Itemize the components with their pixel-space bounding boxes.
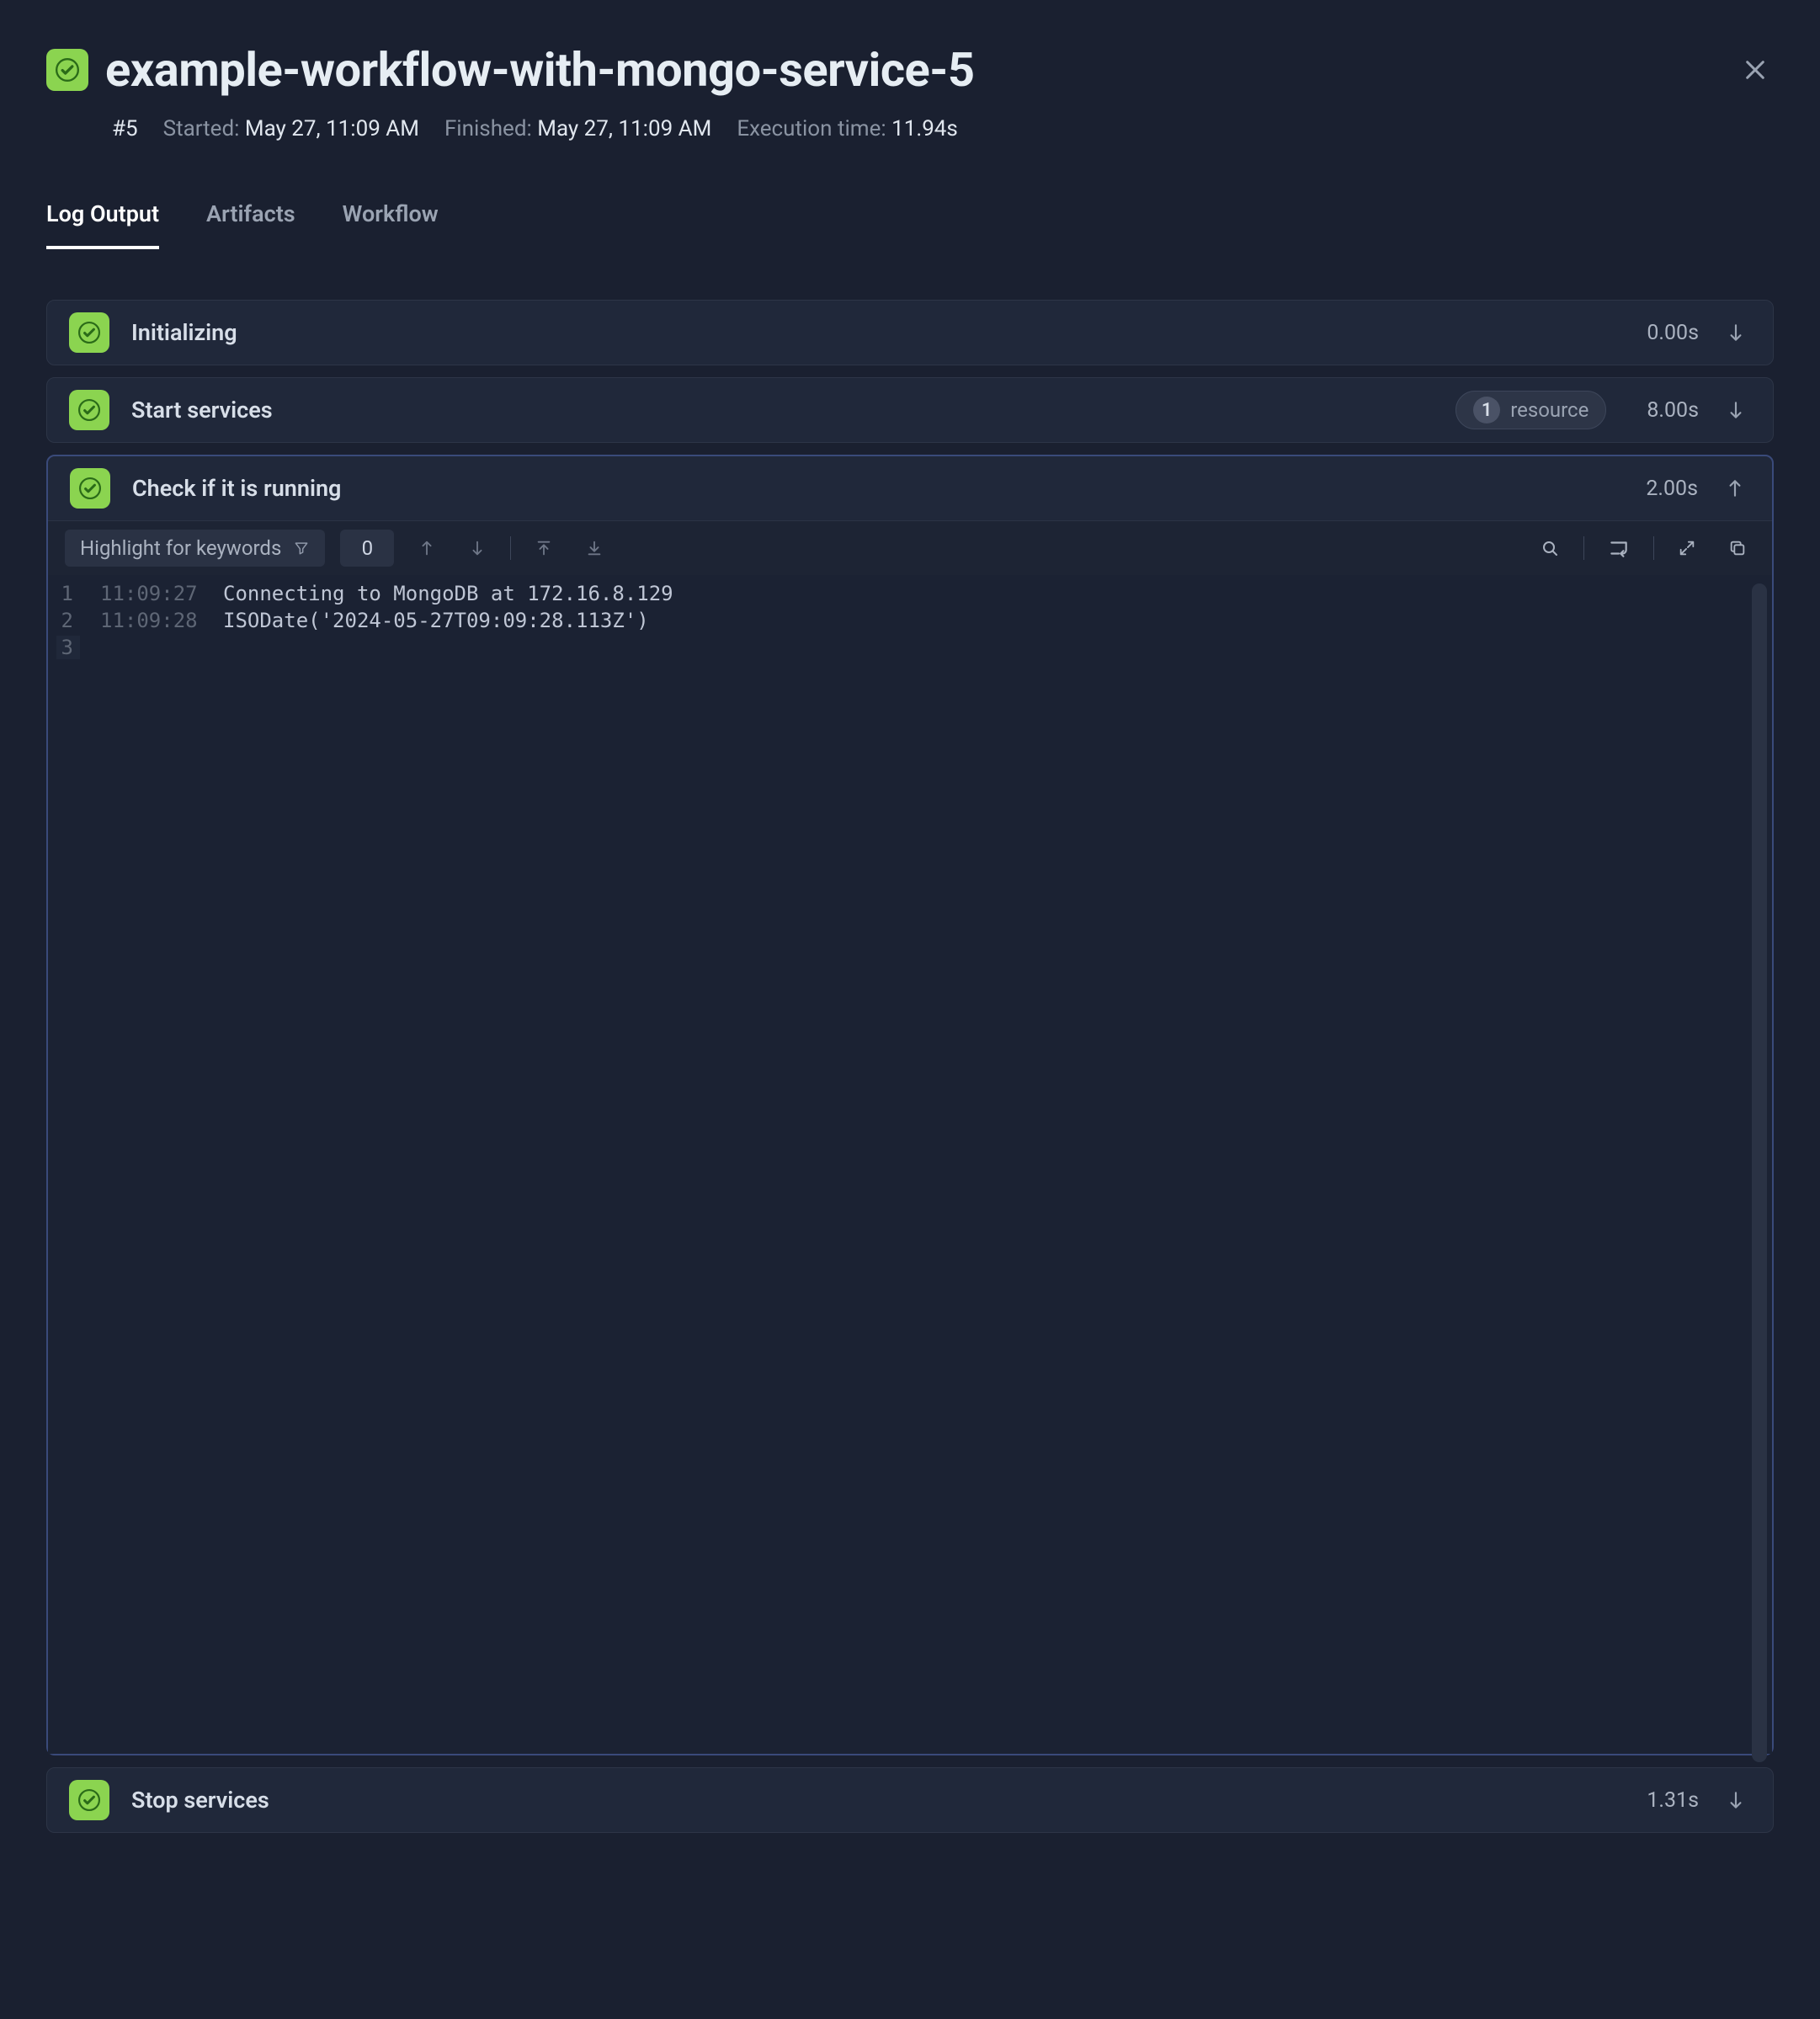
started-label: Started:: [163, 116, 240, 141]
resource-count: 1: [1473, 397, 1500, 424]
step-stop-services[interactable]: Stop services 1.31s: [46, 1767, 1774, 1833]
highlight-keywords-button[interactable]: Highlight for keywords: [65, 530, 325, 567]
line-number: 3: [56, 636, 80, 659]
next-match-button[interactable]: [460, 530, 495, 567]
tab-workflow[interactable]: Workflow: [343, 200, 439, 249]
log-scrollbar[interactable]: [1752, 583, 1767, 1762]
line-number: 2: [56, 609, 80, 632]
run-meta: #5 Started: May 27, 11:09 AM Finished: M…: [46, 116, 1774, 141]
line-timestamp: 11:09:28: [80, 609, 206, 632]
run-number: #5: [112, 116, 138, 141]
step-duration: 2.00s: [1646, 477, 1698, 501]
step-title: Stop services: [131, 1787, 1625, 1814]
log-toolbar: Highlight for keywords 0: [48, 520, 1772, 575]
started-value: May 27, 11:09 AM: [245, 116, 419, 141]
resource-badge[interactable]: 1 resource: [1455, 391, 1606, 429]
step-start-services[interactable]: Start services 1 resource 8.00s: [46, 377, 1774, 443]
scroll-to-bottom-button[interactable]: [577, 530, 612, 567]
tab-artifacts[interactable]: Artifacts: [206, 200, 295, 249]
step-title: Check if it is running: [132, 475, 1624, 502]
expand-icon[interactable]: [1721, 317, 1751, 348]
expand-icon[interactable]: [1721, 395, 1751, 425]
step-initializing[interactable]: Initializing 0.00s: [46, 300, 1774, 365]
log-line: 1 11:09:27 Connecting to MongoDB at 172.…: [48, 580, 1772, 607]
check-icon: [69, 1780, 109, 1820]
exec-label: Execution time:: [737, 116, 886, 141]
log-line: 3: [48, 634, 1772, 661]
step-duration: 0.00s: [1647, 321, 1699, 345]
check-icon: [70, 468, 110, 509]
toolbar-divider: [510, 536, 511, 560]
step-header[interactable]: Check if it is running 2.00s: [48, 456, 1772, 520]
step-check-running: Check if it is running 2.00s Highlight f…: [46, 455, 1774, 1755]
tab-log-output[interactable]: Log Output: [46, 200, 159, 249]
filter-icon: [293, 540, 310, 557]
collapse-icon[interactable]: [1720, 473, 1750, 503]
finished-label: Finished:: [444, 116, 532, 141]
line-message: ISODate('2024-05-27T09:09:28.113Z'): [206, 609, 649, 632]
search-icon[interactable]: [1531, 530, 1568, 567]
match-count: 0: [340, 530, 394, 567]
close-button[interactable]: [1737, 51, 1774, 88]
line-message: Connecting to MongoDB at 172.16.8.129: [206, 582, 673, 605]
copy-icon[interactable]: [1720, 530, 1755, 567]
check-icon: [69, 390, 109, 430]
highlight-keywords-label: Highlight for keywords: [80, 536, 281, 560]
run-status-icon: [46, 49, 88, 91]
finished-value: May 27, 11:09 AM: [537, 116, 711, 141]
prev-match-button[interactable]: [409, 530, 444, 567]
step-duration: 8.00s: [1647, 398, 1699, 423]
resource-label: resource: [1510, 398, 1589, 422]
line-timestamp: 11:09:27: [80, 582, 206, 605]
tabs: Log Output Artifacts Workflow: [46, 200, 1774, 249]
step-duration: 1.31s: [1647, 1788, 1699, 1813]
step-title: Initializing: [131, 319, 1625, 346]
step-title: Start services: [131, 397, 1434, 424]
exec-value: 11.94s: [891, 116, 958, 141]
scroll-to-top-button[interactable]: [526, 530, 561, 567]
toolbar-divider: [1653, 536, 1654, 560]
check-icon: [69, 312, 109, 353]
wrap-icon[interactable]: [1599, 530, 1638, 567]
fullscreen-icon[interactable]: [1669, 530, 1705, 567]
expand-icon[interactable]: [1721, 1785, 1751, 1815]
log-output-body[interactable]: 1 11:09:27 Connecting to MongoDB at 172.…: [48, 575, 1772, 1754]
line-number: 1: [56, 582, 80, 605]
toolbar-divider: [1583, 536, 1584, 560]
page-title: example-workflow-with-mongo-service-5: [105, 42, 1720, 98]
log-line: 2 11:09:28 ISODate('2024-05-27T09:09:28.…: [48, 607, 1772, 634]
